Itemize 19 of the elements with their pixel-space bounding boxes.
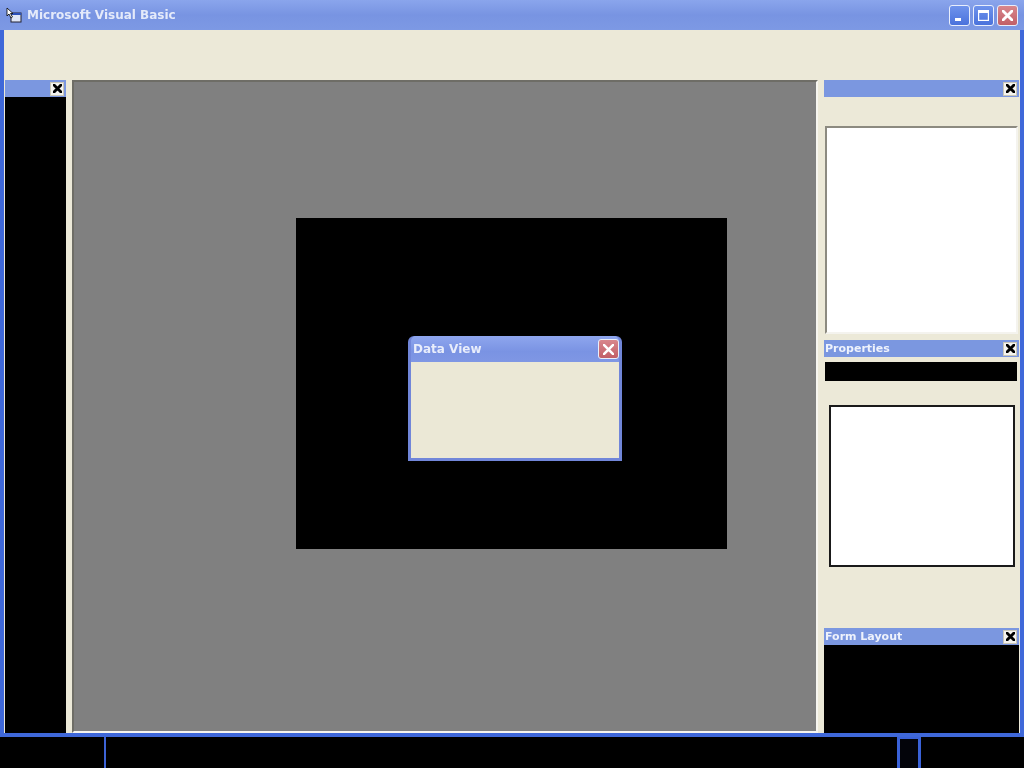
close-icon [1005, 344, 1015, 353]
close-icon [52, 84, 62, 93]
maximize-icon [978, 9, 989, 21]
panel-title: Properties [825, 342, 890, 355]
window-title: Microsoft Visual Basic [27, 8, 177, 22]
app-icon [6, 7, 22, 23]
close-button[interactable] [1003, 341, 1017, 356]
close-button[interactable] [1003, 629, 1017, 644]
maximize-button[interactable] [973, 4, 994, 26]
close-button[interactable] [50, 81, 64, 96]
minimize-button[interactable] [949, 4, 970, 26]
close-button[interactable] [1003, 81, 1017, 96]
dialog-title: Data View [413, 342, 483, 356]
close-icon [1005, 632, 1015, 641]
minimize-icon [955, 17, 961, 21]
panel-title: Form Layout [825, 630, 903, 643]
close-icon [1005, 84, 1015, 93]
close-icon [1002, 9, 1013, 21]
close-icon [603, 343, 614, 355]
